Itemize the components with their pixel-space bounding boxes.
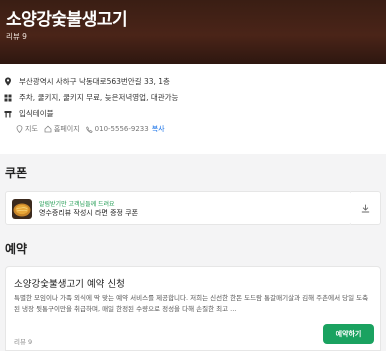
table-icon: [4, 110, 12, 118]
phone-icon: [85, 125, 93, 133]
grid-icon: [4, 94, 12, 102]
header-banner: 소양강숯불생고기 리뷰 9: [0, 0, 386, 64]
coupon-name: 영수증리뷰 작성시 라면 증정 쿠폰: [39, 209, 139, 217]
reservation-title: 소양강숯불생고기 예약 신청: [14, 279, 125, 290]
page-title: 소양강숯불생고기: [6, 10, 128, 30]
download-icon: [361, 204, 370, 212]
seating-text: 입식테이블: [19, 109, 54, 118]
seating-row: 입식테이블: [4, 108, 54, 119]
homepage-link[interactable]: 홈페이지: [44, 124, 80, 134]
address-row: 부산광역시 사하구 낙동대로563번안길 33, 1층: [4, 76, 170, 87]
coupon-tag: 알림받기만 고객님들께 드려요: [39, 201, 115, 208]
reserve-button[interactable]: 예약하기: [323, 324, 374, 344]
map-link[interactable]: 지도: [16, 124, 38, 134]
coupon-thumbnail: [12, 199, 32, 219]
coupon-card[interactable]: 알림받기만 고객님들께 드려요 영수증리뷰 작성시 라면 증정 쿠폰: [5, 191, 352, 225]
map-icon: [16, 125, 23, 133]
coupon-download-button[interactable]: [351, 191, 381, 225]
reservation-review-count: 리뷰 9: [14, 338, 33, 346]
amenities-text: 주차, 쿨키지, 쿨키지 무료, 늦은저녁영업, 대관가능: [19, 93, 179, 102]
reservation-card[interactable]: 소양강숯불생고기 예약 신청 특별한 모임이나 가족 외식에 딱 맞는 예약 서…: [5, 266, 381, 351]
phone-link[interactable]: 010-5556-9233 복사: [85, 124, 165, 134]
review-count[interactable]: 리뷰 9: [6, 31, 27, 42]
reservation-description: 특별한 모임이나 가족 외식에 딱 맞는 예약 서비스를 제공합니다. 저희는 …: [14, 294, 369, 313]
coupon-section-title: 쿠폰: [5, 166, 28, 180]
location-pin-icon: [4, 77, 12, 86]
contact-links: 지도 홈페이지 010-5556-9233 복사: [16, 124, 171, 134]
amenities-row: 주차, 쿨키지, 쿨키지 무료, 늦은저녁영업, 대관가능: [4, 92, 178, 103]
info-panel: 부산광역시 사하구 낙동대로563번안길 33, 1층 주차, 쿨키지, 쿨키지…: [0, 64, 386, 154]
reservation-section-title: 예약: [5, 242, 28, 256]
copy-phone-button[interactable]: 복사: [152, 124, 165, 134]
address-text: 부산광역시 사하구 낙동대로563번안길 33, 1층: [19, 77, 170, 86]
home-icon: [44, 125, 52, 133]
